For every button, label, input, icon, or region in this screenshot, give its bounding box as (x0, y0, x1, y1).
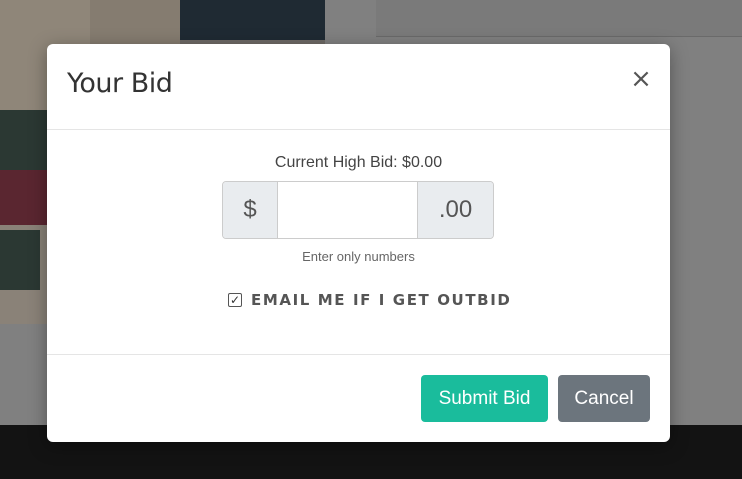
email-outbid-option[interactable]: ✓ EMAIL ME IF I GET OUTBID (228, 291, 511, 309)
checkbox-checked-icon[interactable]: ✓ (228, 293, 242, 307)
submit-bid-button[interactable]: Submit Bid (421, 375, 548, 422)
bid-input-group: $ .00 (222, 181, 494, 239)
cancel-button[interactable]: Cancel (558, 375, 650, 422)
close-icon[interactable]: × (630, 66, 652, 92)
bid-amount-input[interactable] (278, 182, 417, 238)
email-outbid-label[interactable]: EMAIL ME IF I GET OUTBID (251, 291, 511, 309)
currency-prefix: $ (223, 182, 278, 238)
modal-body: Current High Bid: $0.00 $ .00 Enter only… (47, 130, 670, 354)
modal-footer: Submit Bid Cancel (47, 354, 670, 443)
currency-suffix: .00 (417, 182, 493, 238)
bid-help-text: Enter only numbers (302, 249, 415, 264)
modal-header: Your Bid × (47, 44, 670, 130)
current-high-bid: Current High Bid: $0.00 (274, 154, 443, 171)
bid-modal: Your Bid × Current High Bid: $0.00 $ .00… (47, 44, 670, 442)
background-panel (376, 0, 742, 37)
modal-title: Your Bid (67, 68, 173, 99)
